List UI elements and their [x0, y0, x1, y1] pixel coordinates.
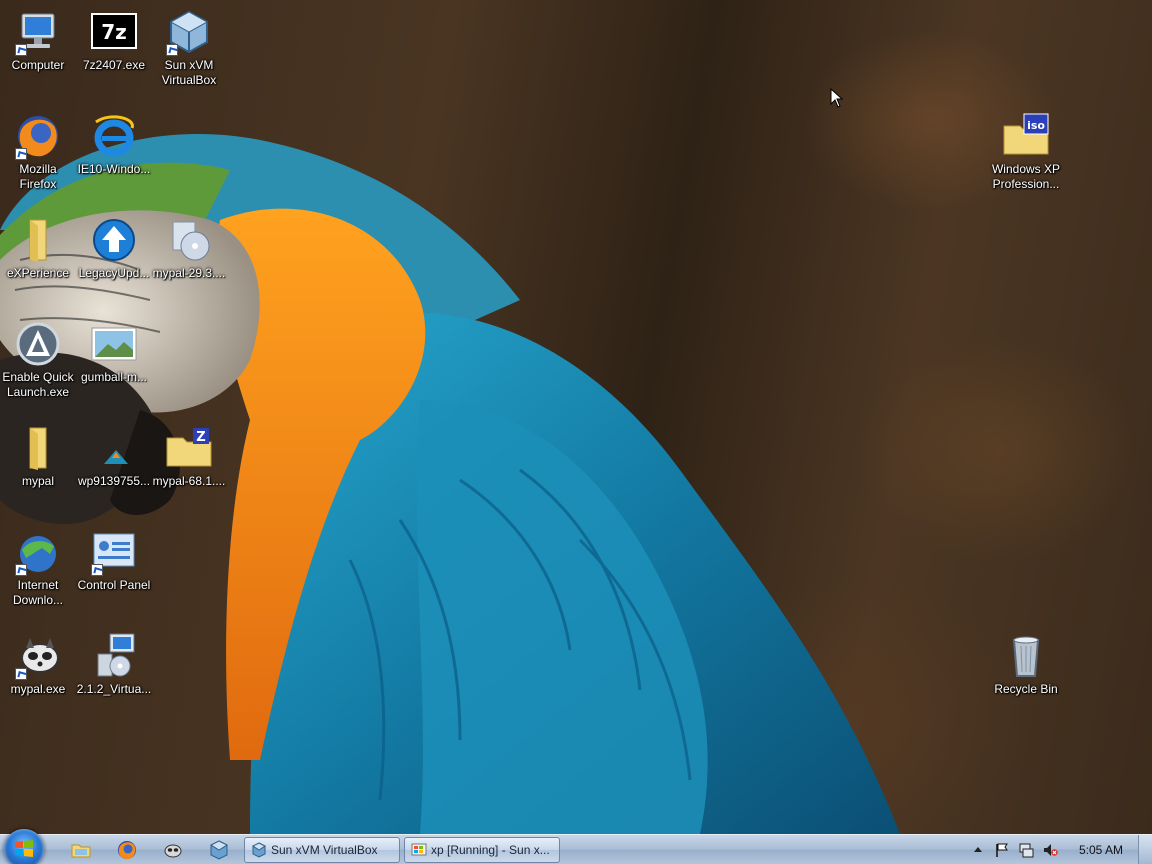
desktop[interactable]: Computer 7z 7z2407.exe Sun xVM VirtualBo…	[0, 0, 1152, 864]
mypal-raccoon-icon	[14, 632, 62, 680]
iso-file-icon: iso	[1002, 112, 1050, 160]
desktop-icon-label: wp9139755...	[77, 474, 151, 488]
action-center-flag-icon[interactable]	[994, 842, 1010, 858]
desktop-icon-label: Windows XP Profession...	[991, 162, 1061, 191]
quick-launch-mypal-icon[interactable]	[162, 839, 184, 861]
desktop-icon-label: Computer	[11, 58, 65, 72]
legacy-update-icon	[90, 216, 138, 264]
virtualbox-icon	[165, 8, 213, 56]
desktop-icon-mypal-folder[interactable]: mypal	[0, 424, 76, 489]
quick-launch-firefox-icon[interactable]	[116, 839, 138, 861]
desktop-icon-label: mypal	[21, 474, 54, 488]
show-hidden-icons-arrow[interactable]	[970, 842, 986, 858]
taskbar-clock[interactable]: 5:05 AM	[1070, 835, 1132, 864]
installer-cd-icon	[165, 216, 213, 264]
show-desktop-button[interactable]	[1138, 835, 1152, 864]
desktop-icon-mypal-29[interactable]: mypal-29.3....	[151, 216, 227, 281]
quick-launch-icon	[14, 320, 62, 368]
shortcut-arrow-icon	[15, 44, 27, 56]
zip-folder-icon: Z	[165, 424, 213, 472]
desktop-icon-mypal-68[interactable]: Z mypal-68.1....	[151, 424, 227, 489]
desktop-icon-7z2407[interactable]: 7z 7z2407.exe	[76, 8, 152, 73]
shortcut-arrow-icon	[91, 564, 103, 576]
desktop-icon-label: gumball-m...	[80, 370, 148, 384]
desktop-icon-label: Mozilla Firefox	[19, 162, 57, 191]
svg-text:7z: 7z	[101, 20, 127, 44]
desktop-icon-label: Recycle Bin	[994, 682, 1058, 696]
quick-launch-explorer-folder-icon[interactable]	[70, 839, 92, 861]
setup-installer-icon	[90, 632, 138, 680]
internet-explorer-icon	[90, 112, 138, 160]
7zip-icon: 7z	[90, 8, 138, 56]
task-label: xp [Running] - Sun x...	[431, 843, 550, 857]
desktop-icon-label: LegacyUpd...	[78, 266, 150, 280]
computer-icon	[14, 8, 62, 56]
desktop-icon-label: IE10-Windo...	[77, 162, 151, 176]
mouse-cursor-icon	[830, 88, 844, 108]
taskbar-button-sun-xvm-virtualbox[interactable]: Sun xVM VirtualBox	[244, 837, 400, 863]
vm-running-icon	[411, 843, 427, 856]
desktop-icon-control-panel[interactable]: Control Panel	[76, 528, 152, 593]
desktop-icon-mypal-exe[interactable]: mypal.exe	[0, 632, 76, 697]
desktop-icon-virtualbox[interactable]: Sun xVM VirtualBox	[151, 8, 227, 88]
image-file-icon	[90, 320, 138, 368]
desktop-icon-experience[interactable]: eXPerience	[0, 216, 76, 281]
control-panel-icon	[90, 528, 138, 576]
desktop-icon-label: Sun xVM VirtualBox	[161, 58, 217, 87]
desktop-icon-label: 7z2407.exe	[82, 58, 146, 72]
desktop-icon-label: Internet Downlo...	[12, 578, 64, 607]
desktop-icon-label: Control Panel	[77, 578, 151, 592]
taskbar: Sun xVM VirtualBox xp [Running] - Sun x.…	[0, 829, 1152, 864]
virtualbox-icon	[252, 842, 266, 858]
desktop-icon-label: Enable Quick Launch.exe	[2, 370, 74, 399]
taskbar-button-xp-running[interactable]: xp [Running] - Sun x...	[404, 837, 560, 863]
shortcut-arrow-icon	[15, 668, 27, 680]
desktop-icon-label: mypal-68.1....	[152, 474, 226, 488]
volume-muted-icon[interactable]	[1042, 842, 1058, 858]
start-button[interactable]	[4, 829, 44, 864]
desktop-icon-computer[interactable]: Computer	[0, 8, 76, 73]
network-icon[interactable]	[1018, 842, 1034, 858]
desktop-icon-legacyupdate[interactable]: LegacyUpd...	[76, 216, 152, 281]
svg-text:iso: iso	[1027, 119, 1045, 132]
desktop-icon-wp9139755[interactable]: wp9139755...	[76, 424, 152, 489]
desktop-icon-internet-download-manager[interactable]: Internet Downlo...	[0, 528, 76, 608]
desktop-icon-ie10[interactable]: IE10-Windo...	[76, 112, 152, 177]
desktop-icon-label: 2.1.2_Virtua...	[76, 682, 152, 696]
desktop-icon-recycle-bin[interactable]: Recycle Bin	[988, 632, 1064, 697]
wallpaper-parrot	[0, 134, 900, 834]
svg-text:Z: Z	[196, 430, 205, 445]
desktop-icon-label: mypal-29.3....	[152, 266, 226, 280]
folder-icon	[14, 424, 62, 472]
recycle-bin-icon	[1002, 632, 1050, 680]
desktop-icon-enable-quick-launch[interactable]: Enable Quick Launch.exe	[0, 320, 76, 400]
internet-download-manager-icon	[14, 528, 62, 576]
image-file-icon	[90, 424, 138, 472]
shortcut-arrow-icon	[166, 44, 178, 56]
desktop-icon-gumball[interactable]: gumball-m...	[76, 320, 152, 385]
shortcut-arrow-icon	[15, 148, 27, 160]
shortcut-arrow-icon	[15, 564, 27, 576]
quick-launch-virtualbox-icon[interactable]	[208, 839, 230, 861]
folder-icon	[14, 216, 62, 264]
desktop-icon-label: eXPerience	[6, 266, 70, 280]
desktop-icon-virtualbox-setup[interactable]: 2.1.2_Virtua...	[76, 632, 152, 697]
desktop-icon-windows-xp-iso[interactable]: iso Windows XP Profession...	[988, 112, 1064, 192]
windows-logo-icon	[15, 840, 33, 857]
task-label: Sun xVM VirtualBox	[271, 843, 378, 857]
desktop-icon-label: mypal.exe	[10, 682, 66, 696]
firefox-icon	[14, 112, 62, 160]
desktop-icon-firefox[interactable]: Mozilla Firefox	[0, 112, 76, 192]
